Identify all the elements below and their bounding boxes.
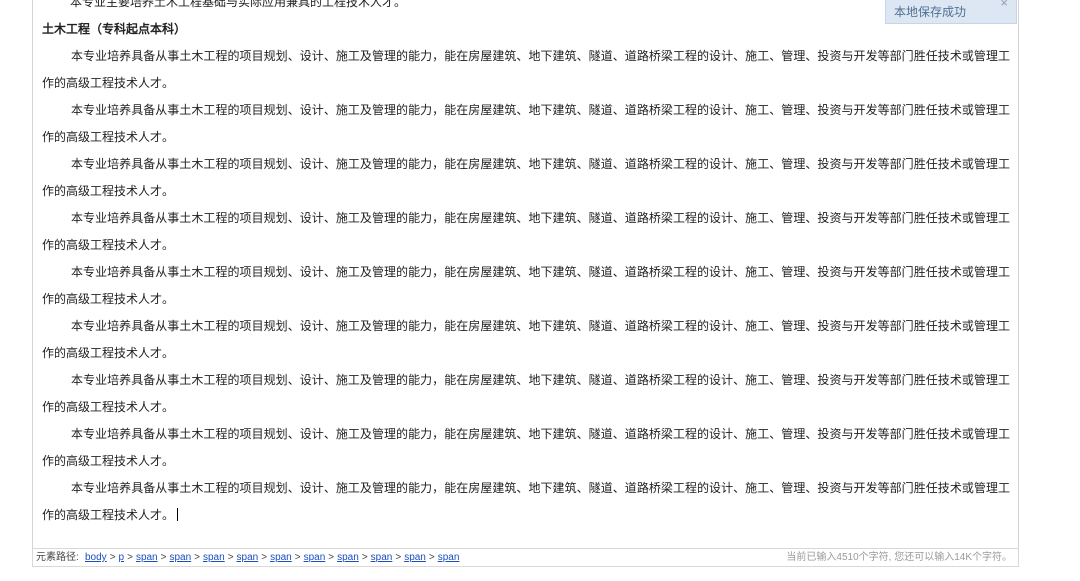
path-separator: > <box>361 552 368 563</box>
path-separator: > <box>261 552 268 563</box>
paragraph: 本专业培养具备从事土木工程的项目规划、设计、施工及管理的能力，能在房屋建筑、地下… <box>42 103 1010 144</box>
path-link-span[interactable]: span <box>237 552 259 563</box>
path-link-span[interactable]: span <box>136 552 158 563</box>
path-link-span[interactable]: span <box>404 552 426 563</box>
path-link-span[interactable]: span <box>270 552 292 563</box>
element-path-label: 元素路径: <box>36 552 79 563</box>
path-link-body[interactable]: body <box>85 552 107 563</box>
text-caret <box>177 508 179 521</box>
path-link-span[interactable]: span <box>203 552 225 563</box>
paragraph: 本专业培养具备从事土木工程的项目规划、设计、施工及管理的能力，能在房屋建筑、地下… <box>42 211 1010 252</box>
paragraph: 本专业培养具备从事土木工程的项目规划、设计、施工及管理的能力，能在房屋建筑、地下… <box>42 481 1010 522</box>
path-separator: > <box>395 552 402 563</box>
editor-content[interactable]: 本专业主要培养土木工程基础与实际应用兼具的工程技术人才。 土木工程（专科起点本科… <box>33 0 1018 529</box>
path-link-span[interactable]: span <box>304 552 326 563</box>
path-link-span[interactable]: span <box>371 552 393 563</box>
path-link-span[interactable]: span <box>438 552 460 563</box>
path-link-span[interactable]: span <box>337 552 359 563</box>
path-separator: > <box>160 552 167 563</box>
toast-message: 本地保存成功 <box>894 5 967 19</box>
paragraph-list: 本专业培养具备从事土木工程的项目规划、设计、施工及管理的能力，能在房屋建筑、地下… <box>42 43 1010 529</box>
paragraph: 本专业培养具备从事土木工程的项目规划、设计、施工及管理的能力，能在房屋建筑、地下… <box>42 427 1010 468</box>
partial-paragraph: 本专业主要培养土木工程基础与实际应用兼具的工程技术人才。 <box>70 0 407 9</box>
paragraph: 本专业培养具备从事土木工程的项目规划、设计、施工及管理的能力，能在房屋建筑、地下… <box>42 373 1010 414</box>
save-success-toast: 本地保存成功 × <box>885 0 1017 24</box>
paragraph: 本专业培养具备从事土木工程的项目规划、设计、施工及管理的能力，能在房屋建筑、地下… <box>42 49 1010 90</box>
word-count: 当前已输入4510个字符, 您还可以输入14K个字符。 <box>786 552 1012 563</box>
path-separator: > <box>109 552 116 563</box>
paragraph: 本专业培养具备从事土木工程的项目规划、设计、施工及管理的能力，能在房屋建筑、地下… <box>42 157 1010 198</box>
rich-text-editor[interactable]: 本专业主要培养土木工程基础与实际应用兼具的工程技术人才。 土木工程（专科起点本科… <box>32 0 1019 566</box>
path-separator: > <box>328 552 335 563</box>
paragraph: 本专业培养具备从事土木工程的项目规划、设计、施工及管理的能力，能在房屋建筑、地下… <box>42 265 1010 306</box>
path-separator: > <box>127 552 133 563</box>
path-separator: > <box>294 552 301 563</box>
element-path: body > p > span > span > span > span > span > span > spa… <box>85 549 459 566</box>
path-separator: > <box>428 552 435 563</box>
editor-statusbar: 元素路径: body > p > span > span > span > span > span > sp… <box>32 548 1019 567</box>
path-separator: > <box>194 552 200 563</box>
path-link-span[interactable]: span <box>169 552 191 563</box>
section-heading: 土木工程（专科起点本科） <box>42 22 187 36</box>
close-icon[interactable]: × <box>1000 0 1008 10</box>
path-separator: > <box>227 552 234 563</box>
paragraph: 本专业培养具备从事土木工程的项目规划、设计、施工及管理的能力，能在房屋建筑、地下… <box>42 319 1010 360</box>
